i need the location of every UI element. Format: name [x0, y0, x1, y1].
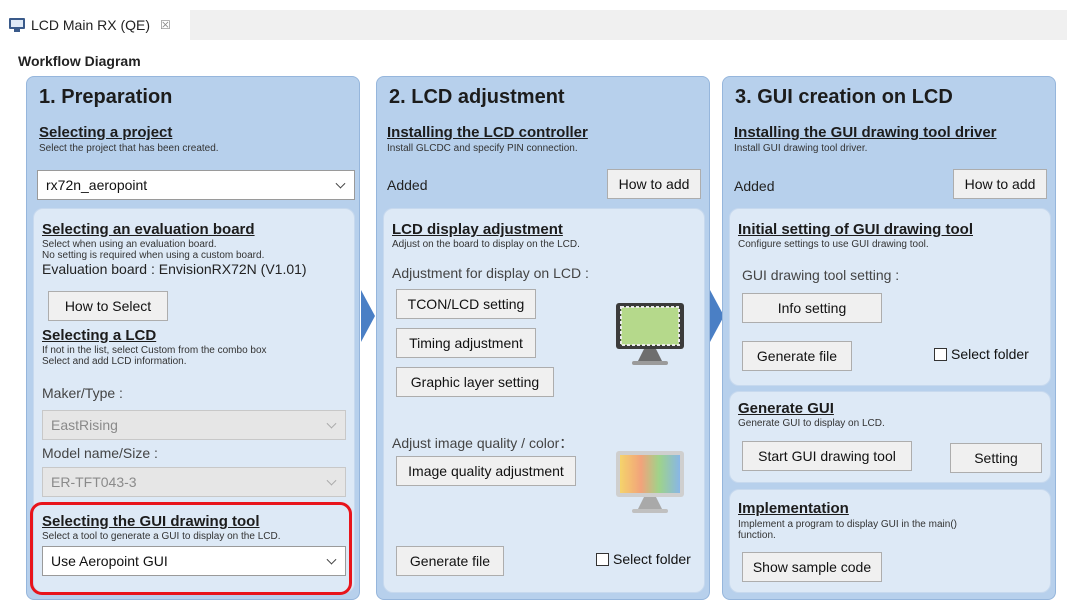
info-setting-button[interactable]: Info setting [742, 293, 882, 323]
section-title-eval-board: Selecting an evaluation board [42, 221, 255, 238]
generate-file-button[interactable]: Generate file [396, 546, 504, 576]
section-desc-display: Adjust on the board to display on the LC… [392, 239, 580, 250]
project-select-value: rx72n_aeropoint [46, 177, 148, 193]
display-adjustment-subpanel: LCD display adjustment Adjust on the boa… [383, 208, 705, 593]
checkbox-box[interactable] [934, 347, 947, 361]
section-title-lcd-controller: Installing the LCD controller [387, 124, 588, 141]
section-desc-lcd-2: Select and add LCD information. [42, 356, 187, 367]
graphic-layer-setting-button[interactable]: Graphic layer setting [396, 367, 554, 397]
close-icon[interactable]: ☒ [160, 18, 171, 32]
start-gui-drawing-tool-button[interactable]: Start GUI drawing tool [742, 441, 912, 471]
chevron-down-icon [326, 475, 337, 486]
evaluation-board-label: Evaluation board : EnvisionRX72N (V1.01) [42, 261, 307, 277]
timing-adjustment-button[interactable]: Timing adjustment [396, 328, 536, 358]
section-title-implementation: Implementation [738, 500, 849, 517]
show-sample-code-button[interactable]: Show sample code [742, 552, 882, 582]
section-title-display: LCD display adjustment [392, 221, 563, 238]
panel-title: 1. Preparation [39, 86, 173, 108]
section-title-project: Selecting a project [39, 124, 173, 141]
panel-lcd-adjustment: 2. LCD adjustment Installing the LCD con… [376, 76, 710, 600]
tab-title: LCD Main RX (QE) [31, 17, 151, 33]
lcd-monitor-icon [616, 303, 684, 365]
checkbox-box[interactable] [596, 552, 609, 566]
section-title-generate-gui: Generate GUI [738, 400, 834, 417]
select-folder-checkbox[interactable]: Select folder [934, 346, 1029, 362]
setting-button[interactable]: Setting [950, 443, 1042, 473]
section-desc-eval-board-1: Select when using an evaluation board. [42, 239, 217, 250]
color-monitor-icon [616, 451, 684, 513]
maker-type-label: Maker/Type : [42, 385, 123, 401]
maker-type-select[interactable]: EastRising [42, 410, 346, 440]
flow-arrow-icon [361, 290, 375, 342]
tab-strip-background [190, 10, 1067, 40]
section-desc-implementation-1: Implement a program to display GUI in th… [738, 519, 957, 530]
select-folder-checkbox[interactable]: Select folder [596, 551, 691, 567]
section-desc-gui-driver: Install GUI drawing tool driver. [734, 143, 868, 154]
adjustment-label: Adjustment for display on LCD : [392, 265, 589, 281]
how-to-add-button[interactable]: How to add [953, 169, 1047, 199]
select-folder-label: Select folder [951, 346, 1029, 362]
image-quality-adjustment-button[interactable]: Image quality adjustment [396, 456, 576, 486]
section-desc-lcd-1: If not in the list, select Custom from t… [42, 345, 267, 356]
chevron-down-icon [335, 178, 346, 189]
gui-tool-setting-label: GUI drawing tool setting : [742, 267, 900, 283]
section-desc-generate-gui: Generate GUI to display on LCD. [738, 418, 885, 429]
panel-title: 2. LCD adjustment [389, 86, 565, 108]
panel-title: 3. GUI creation on LCD [735, 86, 953, 108]
highlight-box [30, 502, 352, 595]
tab-lcd-main[interactable]: LCD Main RX (QE) ☒ [5, 8, 185, 42]
quality-color-label: Adjust image quality / color： [392, 435, 574, 451]
section-title-initial-setting: Initial setting of GUI drawing tool [738, 221, 973, 238]
model-size-value: ER-TFT043-3 [51, 474, 137, 490]
project-select[interactable]: rx72n_aeropoint [37, 170, 355, 200]
tcon-lcd-setting-button[interactable]: TCON/LCD setting [396, 289, 536, 319]
how-to-select-button[interactable]: How to Select [48, 291, 168, 321]
model-size-select[interactable]: ER-TFT043-3 [42, 467, 346, 497]
section-desc-lcd-controller: Install GLCDC and specify PIN connection… [387, 143, 578, 154]
section-desc-eval-board-2: No setting is required when using a cust… [42, 250, 265, 261]
how-to-add-button[interactable]: How to add [607, 169, 701, 199]
driver-status: Added [734, 178, 775, 194]
maker-type-value: EastRising [51, 417, 118, 433]
section-desc-implementation-2: function. [738, 530, 776, 541]
panel-gui-creation: 3. GUI creation on LCD Installing the GU… [722, 76, 1056, 600]
workflow-title: Workflow Diagram [18, 53, 141, 69]
select-folder-label: Select folder [613, 551, 691, 567]
model-size-label: Model name/Size : [42, 445, 158, 461]
generate-gui-subpanel: Generate GUI Generate GUI to display on … [729, 391, 1051, 483]
section-desc-project: Select the project that has been created… [39, 143, 219, 154]
editor-tab-bar: LCD Main RX (QE) ☒ [0, 0, 1067, 46]
section-title-gui-driver: Installing the GUI drawing tool driver [734, 124, 997, 141]
section-title-lcd: Selecting a LCD [42, 327, 157, 344]
controller-status: Added [387, 177, 428, 193]
generate-file-button[interactable]: Generate file [742, 341, 852, 371]
implementation-subpanel: Implementation Implement a program to di… [729, 489, 1051, 593]
section-desc-initial-setting: Configure settings to use GUI drawing to… [738, 239, 929, 250]
initial-setting-subpanel: Initial setting of GUI drawing tool Conf… [729, 208, 1051, 386]
chevron-down-icon [326, 418, 337, 429]
monitor-icon [9, 18, 25, 32]
